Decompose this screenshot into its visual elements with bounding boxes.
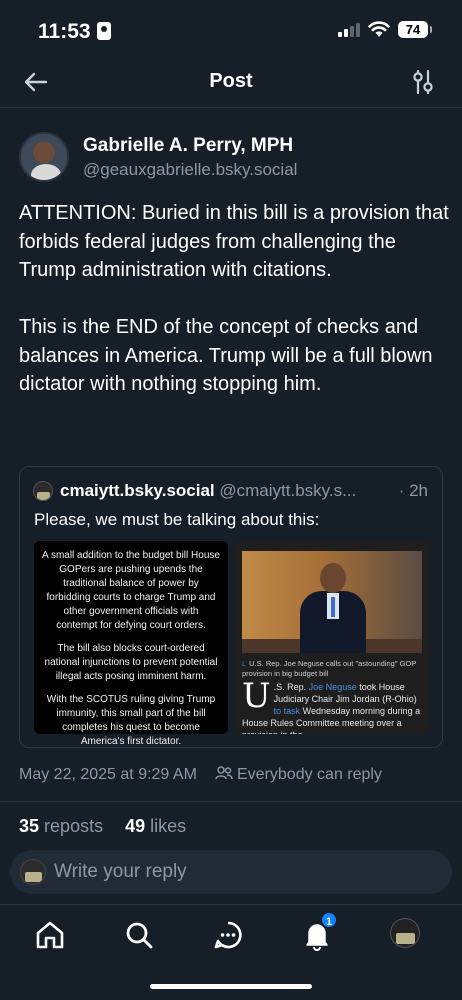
cellular-signal-icon	[338, 23, 362, 37]
user-avatar	[20, 859, 46, 885]
quote-avatar[interactable]	[33, 481, 53, 501]
status-time: 11:53	[38, 20, 111, 44]
battery-indicator: 74	[398, 21, 432, 38]
quoted-post[interactable]: cmaiytt.bsky.social @cmaiytt.bsky.s... ·…	[19, 466, 443, 748]
divider	[0, 801, 462, 802]
likes-stat[interactable]: 49 likes	[125, 816, 186, 836]
reposts-stat[interactable]: 35 reposts	[19, 816, 103, 836]
wifi-icon	[368, 21, 390, 37]
people-icon	[215, 766, 233, 780]
image-paragraph: The bill also blocks court-ordered natio…	[44, 643, 218, 682]
status-bar: 11:53 74	[0, 0, 462, 58]
quote-image-text-screenshot[interactable]: A small addition to the budget bill Hous…	[34, 541, 228, 747]
article-snippet: U .S. Rep. Joe Neguse took House Judiciar…	[242, 676, 421, 734]
author-avatar[interactable]	[19, 132, 69, 182]
quote-author-line: cmaiytt.bsky.social @cmaiytt.bsky.s...	[60, 481, 356, 501]
header: Post	[0, 58, 462, 108]
engagement-stats: 35 reposts 49 likes	[19, 816, 186, 837]
quote-image-article[interactable]: L U.S. Rep. Joe Neguse calls out "astound…	[234, 541, 430, 734]
search-icon[interactable]	[123, 919, 155, 951]
author-name[interactable]: Gabrielle A. Perry, MPH	[83, 135, 293, 157]
post-date: May 22, 2025 at 9:29 AM	[19, 766, 197, 783]
reply-setting: Everybody can reply	[215, 766, 382, 784]
page-title: Post	[209, 70, 253, 92]
article-photo	[242, 551, 422, 653]
reply-input[interactable]: Write your reply	[10, 850, 452, 894]
notification-badge: 1	[320, 911, 338, 929]
image-paragraph: A small addition to the budget bill Hous…	[42, 550, 220, 631]
article-dropcap: U	[242, 676, 271, 716]
quote-text: Please, we must be talking about this:	[34, 510, 320, 529]
quote-author-name: cmaiytt.bsky.social	[60, 481, 215, 500]
quote-timestamp: · 2h	[398, 481, 428, 500]
chat-icon[interactable]	[212, 919, 244, 951]
post-text: ATTENTION: Buried in this bill is a prov…	[19, 202, 449, 395]
author-handle[interactable]: @geauxgabrielle.bsky.social	[83, 160, 297, 180]
home-indicator	[150, 984, 312, 989]
profile-avatar-tab[interactable]	[390, 918, 420, 948]
id-badge-icon	[96, 22, 111, 40]
sliders-icon[interactable]	[410, 68, 436, 96]
reply-placeholder: Write your reply	[54, 861, 187, 882]
quote-author-handle: @cmaiytt.bsky.s...	[219, 481, 357, 500]
image-paragraph: With the SCOTUS ruling giving Trump immu…	[46, 694, 216, 747]
home-icon[interactable]	[34, 919, 66, 951]
